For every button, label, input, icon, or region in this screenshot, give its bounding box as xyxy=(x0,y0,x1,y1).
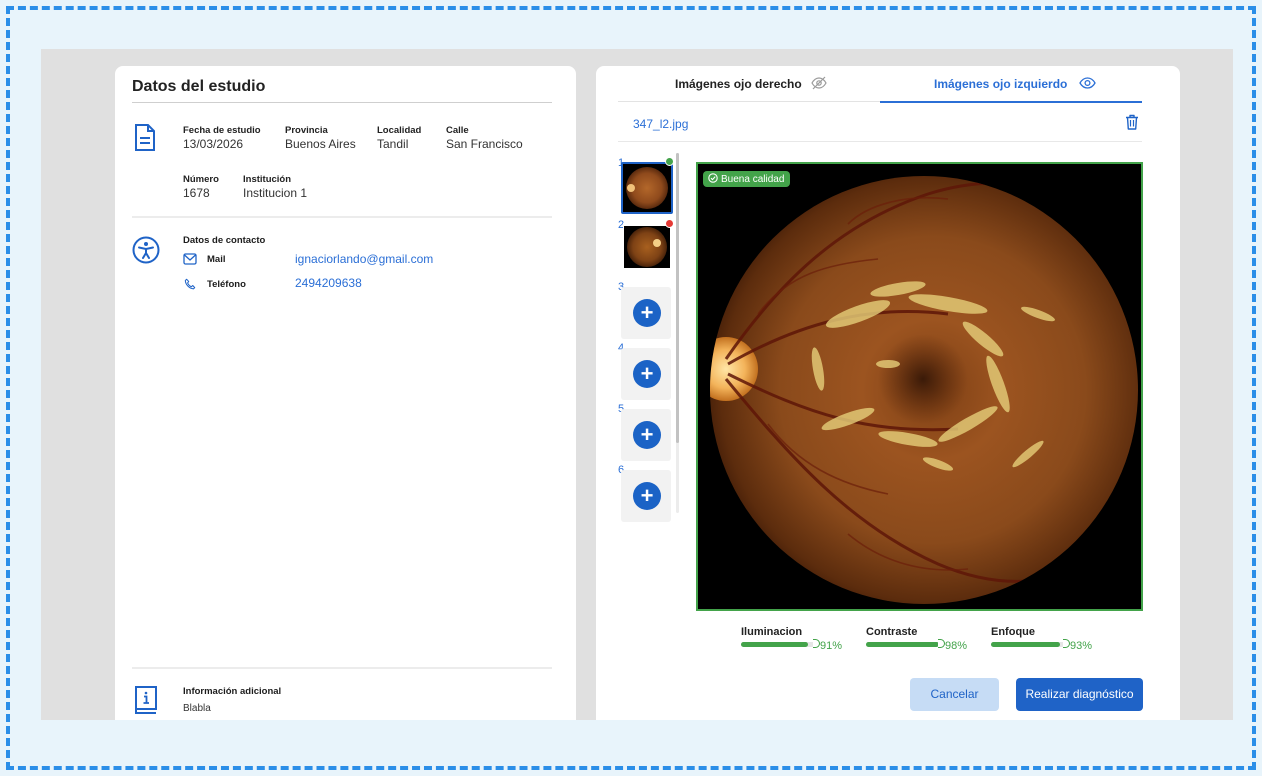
empty-slot-5: + xyxy=(621,409,671,461)
metric-bar-fill xyxy=(741,642,809,647)
empty-slot-3: + xyxy=(621,287,671,339)
field-value: San Francisco xyxy=(446,137,523,151)
metric-value: 91% xyxy=(820,640,843,652)
tab-left-eye[interactable]: Imágenes ojo izquierdo xyxy=(934,76,1096,91)
quality-badge-text: Buena calidad xyxy=(721,174,785,185)
field-study-date: Fecha de estudio 13/03/2026 xyxy=(183,125,261,151)
section-divider xyxy=(132,216,552,218)
fundus-thumbnail-image xyxy=(623,223,671,271)
bad-status-dot xyxy=(665,219,674,228)
tab-right-eye[interactable]: Imágenes ojo derecho xyxy=(675,76,827,91)
thumbnail-2[interactable] xyxy=(623,223,671,271)
metric-bar xyxy=(991,642,1065,647)
contact-heading: Datos de contacto xyxy=(183,235,266,246)
field-label: Institución xyxy=(243,174,292,185)
field-value: Institucion 1 xyxy=(243,186,308,200)
cancel-button[interactable]: Cancelar xyxy=(910,678,999,711)
field-value: 1678 xyxy=(183,186,210,200)
trash-icon[interactable] xyxy=(1125,114,1139,130)
empty-slot-4: + xyxy=(621,348,671,400)
good-status-dot xyxy=(665,157,674,166)
add-image-button[interactable]: + xyxy=(633,421,661,449)
field-label: Fecha de estudio xyxy=(183,125,261,136)
metric-focus: Enfoque 93% xyxy=(991,626,1092,652)
field-label: Provincia xyxy=(285,125,328,136)
thumbnail-scrollbar-thumb[interactable] xyxy=(676,153,679,443)
metric-label: Enfoque xyxy=(991,626,1035,638)
metric-bar xyxy=(741,642,815,647)
metric-contrast: Contraste 98% xyxy=(866,626,967,652)
field-province: Provincia Buenos Aires xyxy=(285,125,356,151)
tab-label: Imágenes ojo derecho xyxy=(675,77,802,91)
fundus-thumbnail-image xyxy=(623,164,671,212)
quality-badge: Buena calidad xyxy=(703,171,791,187)
metric-bar-cap xyxy=(1063,639,1070,648)
info-book-icon xyxy=(135,686,157,714)
study-data-card: Datos del estudio Fecha de estudio 13/03… xyxy=(115,66,576,720)
thumbnail-list: 1 2 xyxy=(618,157,680,522)
add-image-button[interactable]: + xyxy=(633,360,661,388)
phone-label: Teléfono xyxy=(207,279,246,290)
extra-info-value: Blabla xyxy=(183,703,211,714)
field-value: Buenos Aires xyxy=(285,137,356,151)
mail-label: Mail xyxy=(207,254,226,265)
eye-off-icon xyxy=(811,76,827,90)
field-locality: Localidad Tandil xyxy=(377,125,421,151)
field-value: Tandil xyxy=(377,137,409,151)
metric-bar-cap xyxy=(938,639,945,648)
tab-label: Imágenes ojo izquierdo xyxy=(934,77,1068,91)
field-label: Localidad xyxy=(377,125,422,136)
document-icon xyxy=(135,124,155,151)
phone-icon xyxy=(184,278,196,290)
filename-divider xyxy=(618,141,1142,142)
empty-slot-6: + xyxy=(621,470,671,522)
workspace: Datos del estudio Fecha de estudio 13/03… xyxy=(41,49,1233,720)
metric-bar-fill xyxy=(866,642,939,647)
fundus-image-viewer: Buena calidad xyxy=(696,162,1143,611)
add-image-button[interactable]: + xyxy=(633,482,661,510)
thumbnail-1[interactable] xyxy=(621,162,673,214)
metric-bar-fill xyxy=(991,642,1060,647)
metric-bar-cap xyxy=(813,639,820,648)
accessibility-icon xyxy=(132,236,160,264)
check-circle-icon xyxy=(708,173,718,183)
metric-illumination: Iluminacion 91% xyxy=(741,626,842,652)
metric-value: 98% xyxy=(945,640,968,652)
study-title: Datos del estudio xyxy=(132,78,266,95)
eye-icon xyxy=(1078,77,1096,89)
extra-divider xyxy=(132,667,552,669)
metric-value: 93% xyxy=(1070,640,1093,652)
metric-label: Iluminacion xyxy=(741,626,803,638)
field-institution: Institución Institucion 1 xyxy=(243,174,307,200)
mail-icon xyxy=(183,253,197,265)
active-tab-indicator xyxy=(880,101,1142,103)
phone-link[interactable]: 2494209638 xyxy=(295,276,362,290)
field-label: Calle xyxy=(446,125,469,136)
metric-label: Contraste xyxy=(866,626,918,638)
field-label: Número xyxy=(183,174,219,185)
field-value: 13/03/2026 xyxy=(183,137,244,151)
add-image-button[interactable]: + xyxy=(633,299,661,327)
extra-info-heading: Información adicional xyxy=(183,686,282,697)
field-street: Calle San Francisco xyxy=(446,125,523,151)
run-diagnosis-button[interactable]: Realizar diagnóstico xyxy=(1016,678,1143,711)
image-filename: 347_l2.jpg xyxy=(633,117,689,131)
field-number: Número 1678 xyxy=(183,174,219,200)
mail-link[interactable]: ignaciorlando@gmail.com xyxy=(295,252,433,266)
title-divider xyxy=(132,102,552,103)
metric-bar xyxy=(866,642,940,647)
images-card: Imágenes ojo derecho Imágenes ojo izquie… xyxy=(596,66,1180,720)
fundus-image xyxy=(698,164,1141,609)
